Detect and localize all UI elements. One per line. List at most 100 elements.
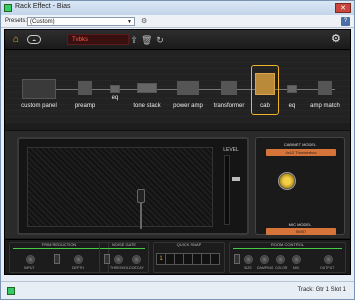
snap-slot[interactable]: [210, 253, 220, 265]
module-label: tone stack: [133, 103, 161, 109]
section-stripe: [13, 248, 105, 249]
status-bar: Track: Gtr 1 Slot 1: [1, 281, 354, 299]
cab-settings-panel: CABINET MODEL 4x12 Thunderbox MIC MODEL …: [255, 137, 345, 235]
preamp-icon: [78, 81, 92, 95]
module-eq-1[interactable]: eq: [103, 67, 127, 117]
knob-label: DEPTH: [72, 266, 84, 270]
mic-model-select[interactable]: SM57: [266, 228, 336, 235]
noise-gate-section: NOISE GATE THRESHOLD DECAY: [99, 242, 149, 273]
close-button[interactable]: ✕: [335, 3, 351, 13]
mix-knob[interactable]: [292, 255, 301, 264]
size-knob[interactable]: [244, 255, 253, 264]
module-amp-match[interactable]: amp match: [303, 67, 347, 117]
module-label: power amp: [173, 103, 203, 109]
preset-settings-icon[interactable]: ⚙: [141, 17, 147, 25]
room-toggle[interactable]: [234, 254, 240, 264]
quick-snap-section: QUICK SNAP 1: [153, 242, 225, 273]
knob-label: OUTPUT: [320, 266, 335, 270]
level-control: LEVEL: [219, 147, 243, 229]
knob-label: INPUT: [24, 266, 35, 270]
threshold-knob[interactable]: [114, 255, 123, 264]
eq-icon: [287, 85, 297, 93]
depth-knob[interactable]: [74, 255, 83, 264]
knob-label: THRESHOLD: [110, 266, 132, 270]
module-label: eq: [111, 95, 119, 101]
presets-label: Presets:: [5, 18, 28, 24]
module-tone-stack[interactable]: tone stack: [127, 67, 167, 117]
delete-icon[interactable]: 🗑: [141, 35, 152, 45]
presets-value: (Custom): [30, 19, 55, 25]
knob-label: DECAY: [132, 266, 144, 270]
cloud-icon[interactable]: ☁: [27, 35, 41, 44]
mic-model-label: MIC MODEL: [288, 222, 312, 227]
color-knob[interactable]: [276, 255, 285, 264]
cab-editor: LEVEL CABINET MODEL 4x12 Thunderbox MIC …: [5, 130, 350, 238]
damping-knob[interactable]: [260, 255, 269, 264]
cabinet-icon: [255, 73, 275, 95]
amp-panel: ⌂ ☁ Tvbks ⇪ 🗑 ↻ ⚙ custom panel preamp eq: [4, 29, 351, 275]
module-power-amp[interactable]: power amp: [167, 67, 209, 117]
signal-chain: custom panel preamp eq tone stack power …: [5, 51, 350, 123]
cabinet-view: LEVEL: [17, 137, 249, 235]
decay-knob[interactable]: [132, 255, 141, 264]
plugin-status-icon: [7, 287, 15, 295]
module-cab[interactable]: cab: [251, 67, 279, 117]
module-preamp[interactable]: preamp: [65, 67, 105, 117]
amp-head-icon: [22, 79, 56, 99]
transformer-icon: [221, 81, 237, 95]
room-control-section: ROOM CONTROL SIZE DAMPING COLOR MIX OUTP…: [229, 242, 346, 273]
speaker-icon[interactable]: [278, 172, 296, 190]
mic-position-grid[interactable]: [266, 164, 336, 220]
preset-name-field[interactable]: Tvbks: [67, 34, 129, 45]
module-eq-2[interactable]: eq: [281, 67, 303, 117]
input-knob[interactable]: [26, 255, 35, 264]
redo-icon[interactable]: ↻: [155, 35, 165, 45]
home-icon[interactable]: ⌂: [13, 35, 23, 45]
bottom-controls: FRIM REDUCTION INPUT DEPTH NOISE GATE TH…: [5, 239, 350, 274]
section-stripe: [103, 248, 145, 249]
cabinet-model-select[interactable]: 4x12 Thunderbox: [266, 149, 336, 156]
module-custom-panel[interactable]: custom panel: [11, 67, 67, 117]
cabinet-model-label: CABINET MODEL: [283, 142, 317, 147]
module-label: preamp: [74, 103, 96, 109]
title-bar: Rack Effect - Bias ✕: [1, 1, 354, 15]
section-stripe: [233, 248, 342, 249]
nr-toggle[interactable]: [54, 254, 60, 264]
output-knob[interactable]: [324, 255, 333, 264]
amp-match-icon: [318, 81, 332, 95]
level-fader[interactable]: [232, 177, 240, 181]
tone-stack-icon: [137, 83, 157, 93]
knob-label: MIX: [293, 266, 300, 270]
window-title: Rack Effect - Bias: [15, 3, 71, 10]
preset-bar: Presets: (Custom) ▼ ⚙ ?: [1, 15, 354, 28]
level-meter: [224, 155, 230, 225]
app-icon: [4, 4, 12, 12]
section-title: FRIM REDUCTION: [41, 242, 77, 247]
section-title: ROOM CONTROL: [270, 242, 305, 247]
track-info: Track: Gtr 1 Slot 1: [298, 287, 346, 293]
gate-toggle[interactable]: [104, 254, 110, 264]
knob-label: COLOR: [275, 266, 288, 270]
level-label: LEVEL: [223, 147, 239, 153]
module-label: custom panel: [21, 103, 57, 109]
cabinet-grille: [27, 147, 213, 227]
section-title: QUICK SNAP: [176, 242, 202, 247]
help-button[interactable]: ?: [341, 17, 350, 26]
plugin-window: Rack Effect - Bias ✕ Presets: (Custom) ▼…: [0, 0, 355, 300]
module-label: amp match: [310, 103, 340, 109]
power-amp-icon: [177, 81, 199, 95]
gear-icon[interactable]: ⚙: [331, 34, 342, 45]
mic-head: [137, 189, 145, 203]
noise-reduction-section: FRIM REDUCTION INPUT DEPTH: [9, 242, 109, 273]
plugin-toolbar: ⌂ ☁ Tvbks ⇪ 🗑 ↻ ⚙: [5, 30, 350, 50]
presets-dropdown[interactable]: (Custom) ▼: [27, 17, 135, 26]
microphone[interactable]: [137, 189, 145, 229]
module-label: cab: [260, 103, 270, 109]
mic-stand: [140, 203, 142, 229]
export-icon[interactable]: ⇪: [129, 35, 139, 45]
module-label: transformer: [213, 103, 245, 109]
module-label: eq: [288, 103, 296, 109]
module-transformer[interactable]: transformer: [207, 67, 251, 117]
track-label: Track: Gtr 1: [297, 287, 329, 293]
section-title: NOISE GATE: [111, 242, 137, 247]
